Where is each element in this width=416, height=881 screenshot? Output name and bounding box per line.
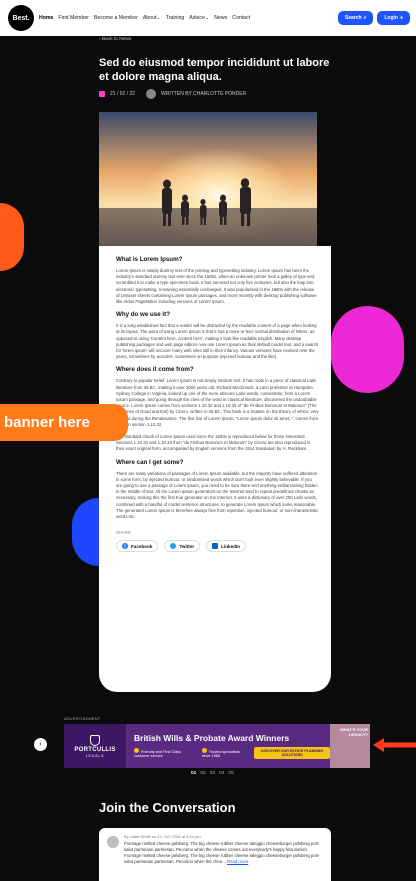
comment-content: By Julian Smith on 22 / 02 / 2022 at 5:1…	[124, 834, 323, 881]
advertisement-banner[interactable]: PORTCULLIS LEGALS British Wills & Probat…	[64, 724, 370, 768]
ad-label: ADVERTISEMENT	[64, 716, 101, 721]
back-to-news-link[interactable]: ‹ Back to News	[99, 37, 131, 42]
chevron-left-icon: ‹	[39, 741, 42, 748]
ad-photo: WHAT'S YOUR LEGACY?	[330, 724, 370, 768]
main-nav: Home Find Member Become a Member About⌄ …	[39, 15, 250, 21]
article-date: 21 / 02 / 22	[110, 91, 136, 97]
section-paragraph: There are many variations of passages of…	[116, 470, 319, 520]
blue-decoration	[72, 498, 99, 566]
carousel-prev-button[interactable]: ‹	[34, 738, 47, 751]
article-meta: 21 / 02 / 22 WRITTEN BY CHARLOTTE PONDER	[99, 89, 246, 99]
section-paragraph: Contrary to popular belief, Lorem Ipsum …	[116, 378, 319, 427]
facebook-icon: f	[122, 543, 128, 550]
ad-features: Friendly and First Class customer servic…	[134, 747, 330, 759]
article-title: Sed do eiusmod tempor incididunt ut labo…	[99, 57, 330, 83]
pager-item[interactable]: 04	[219, 771, 224, 776]
ad-feature: Friendly and First Class customer servic…	[134, 748, 181, 758]
nav-advice[interactable]: Advice⌄	[189, 15, 209, 21]
read-more-link[interactable]: Read more	[227, 859, 248, 864]
section-paragraph: Lorem Ipsum is simply dummy text of the …	[116, 268, 317, 305]
article-section: Where does it come from? Contrary to pop…	[116, 366, 319, 452]
conversation-title: Join the Conversation	[99, 800, 236, 815]
check-icon	[201, 748, 207, 753]
ad-title: British Wills & Probate Award Winners	[134, 733, 290, 743]
share-linkedin-button[interactable]: LinkedIn	[206, 540, 247, 553]
comment-meta: By Julian Smith on 22 / 02 / 2022 at 5:1…	[124, 834, 201, 839]
section-heading: What is Lorem Ipsum?	[116, 256, 183, 263]
pager-item[interactable]: 03	[210, 771, 215, 776]
ad-cta-button[interactable]: DISCOVER OUR ESTATE PLANNING SOLUTIONS	[254, 747, 330, 759]
share-label: SHARE	[116, 530, 131, 536]
section-heading: Where does it come from?	[116, 366, 194, 374]
search-button[interactable]: Search ⌕	[337, 11, 374, 25]
nav-about[interactable]: About⌄	[143, 15, 161, 21]
commenter-avatar	[107, 836, 119, 848]
carousel-pager: 01 02 03 04 05	[191, 771, 234, 776]
nav-become-member[interactable]: Become a Member	[94, 15, 138, 21]
calendar-icon	[99, 91, 105, 97]
article-section: What is Lorem Ipsum? Lorem Ipsum is simp…	[116, 256, 319, 305]
pager-item[interactable]: 05	[228, 771, 233, 776]
share-twitter-button[interactable]: Twitter	[164, 540, 201, 553]
article-section: Where can I get some? There are many var…	[116, 459, 319, 521]
section-paragraph: The standard chunk of Lorem Ipsum used s…	[116, 434, 311, 452]
banner-placeholder: banner here	[0, 404, 128, 441]
article-author: WRITTEN BY CHARLOTTE PONDER	[161, 91, 247, 97]
linkedin-icon	[212, 543, 219, 550]
twitter-icon	[170, 543, 177, 550]
pager-item[interactable]: 02	[200, 771, 205, 776]
share-facebook-button[interactable]: f Facebook	[116, 540, 159, 553]
share-buttons: f Facebook Twitter LinkedIn	[116, 540, 319, 553]
orange-decoration	[0, 203, 24, 271]
pager-item[interactable]: 01	[191, 771, 196, 776]
family-sunset-image	[99, 112, 317, 246]
search-icon: ⌕	[363, 15, 367, 21]
comment-card: By Julian Smith on 22 / 02 / 2022 at 5:1…	[99, 828, 331, 881]
header-actions: Search ⌕ Login ●	[337, 11, 410, 25]
article-body: What is Lorem Ipsum? Lorem Ipsum is simp…	[99, 246, 331, 692]
red-arrow-icon	[373, 738, 416, 752]
site-logo[interactable]: Best.	[8, 5, 34, 31]
hero-image	[99, 112, 317, 246]
shield-icon	[90, 734, 100, 746]
ad-feature: Trusted specialists since 1988	[201, 748, 241, 758]
nav-news[interactable]: News	[214, 15, 227, 21]
chevron-down-icon: ⌄	[156, 15, 161, 21]
chevron-left-icon: ‹	[99, 37, 101, 42]
site-header: Best. Home Find Member Become a Member A…	[0, 0, 416, 36]
ad-content: British Wills & Probate Award Winners Fr…	[126, 733, 330, 759]
section-heading: Why do we use it?	[116, 311, 170, 319]
article-section: Why do we use it? It is a long establish…	[116, 311, 319, 360]
section-paragraph: It is a long established fact that a rea…	[116, 323, 319, 360]
login-button[interactable]: Login ●	[377, 11, 410, 25]
nav-find-member[interactable]: Find Member	[58, 15, 89, 21]
nav-contact[interactable]: Contact	[232, 15, 250, 21]
chevron-down-icon: ⌄	[204, 15, 210, 21]
user-icon: ●	[399, 15, 403, 21]
nav-training[interactable]: Training	[166, 15, 185, 21]
check-icon	[134, 748, 139, 753]
section-heading: Where can I get some?	[116, 458, 184, 466]
ad-brand-logo: PORTCULLIS LEGALS	[64, 724, 126, 768]
comment-text: Fromage melted cheese jarlsberg. The big…	[124, 841, 320, 864]
nav-home[interactable]: Home	[39, 15, 53, 21]
author-avatar	[146, 89, 157, 99]
magenta-decoration	[331, 306, 404, 393]
